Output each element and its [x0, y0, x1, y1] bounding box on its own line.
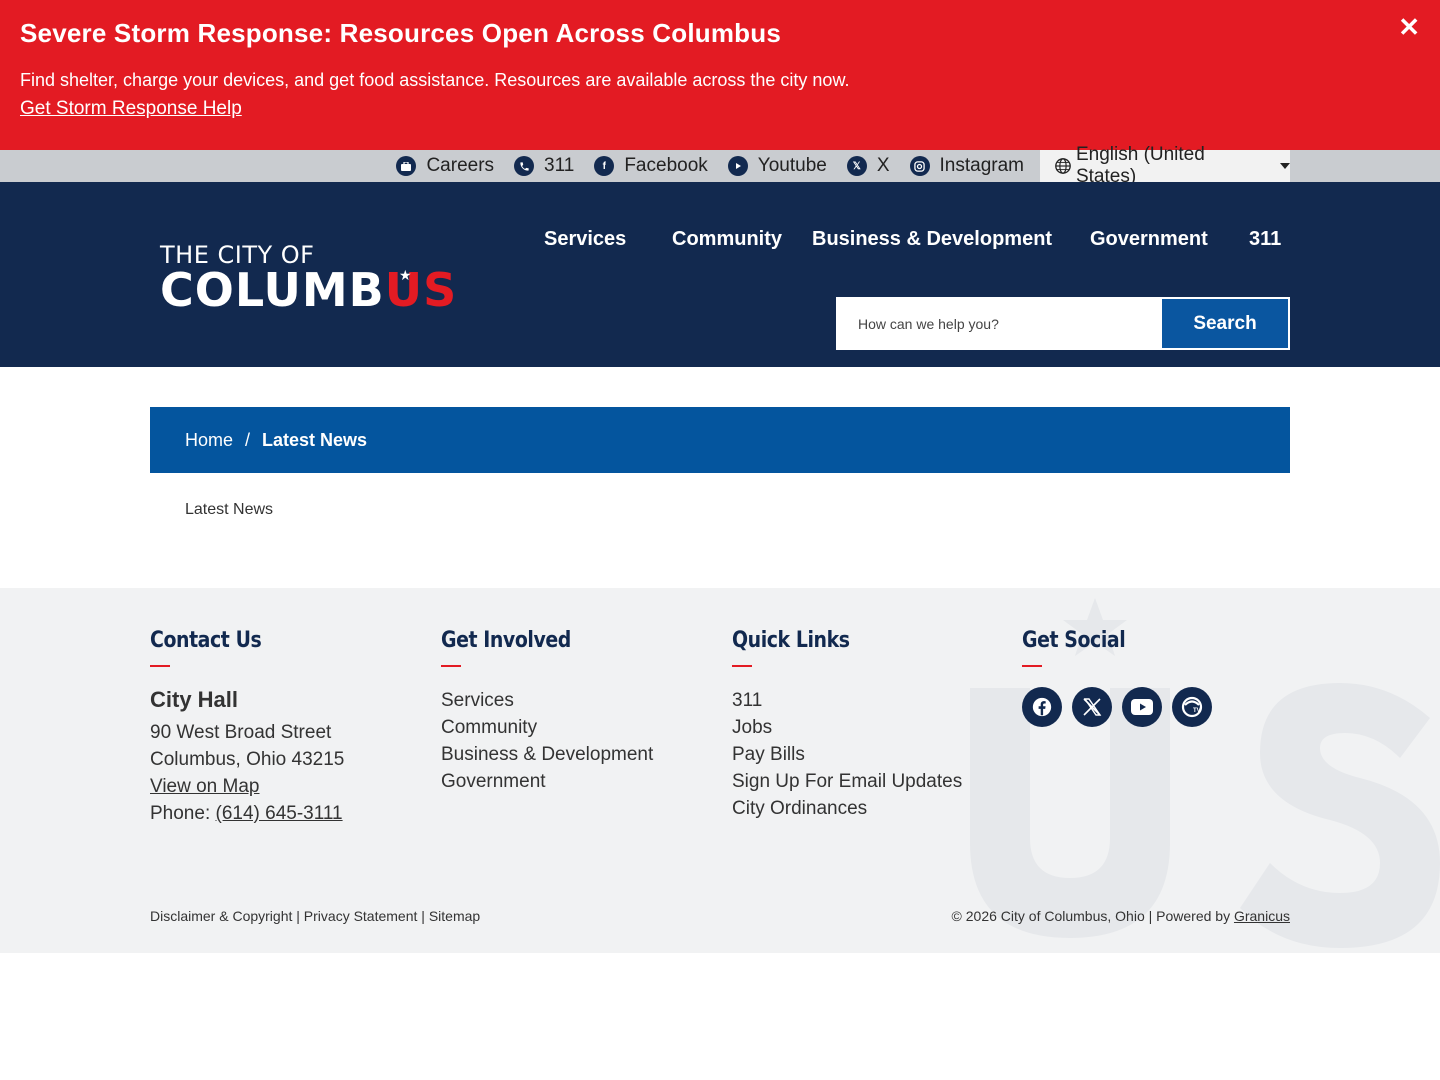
- copyright-text: © 2026 City of Columbus, Ohio | Powered …: [951, 908, 1234, 924]
- footer-link-business-development[interactable]: Business & Development: [441, 741, 653, 768]
- view-map-line: View on Map: [150, 773, 344, 800]
- footer-contact-column: Contact Us City Hall 90 West Broad Stree…: [150, 628, 344, 827]
- language-selector[interactable]: English (United States): [1040, 144, 1290, 187]
- footer-quick-links-title: Quick Links: [732, 628, 850, 653]
- site-header: THE CITY OF COLUMBUS ★ Services Communit…: [0, 182, 1440, 367]
- cctv-icon[interactable]: TV: [1172, 687, 1212, 727]
- utility-link-label: X: [876, 155, 890, 176]
- footer-link-government[interactable]: Government: [441, 768, 653, 795]
- footer-link-jobs[interactable]: Jobs: [732, 714, 962, 741]
- utility-link-label: Instagram: [939, 155, 1024, 176]
- title-underline: [1022, 665, 1042, 667]
- utility-link-facebook[interactable]: f Facebook: [594, 155, 708, 177]
- footer-contact-title: Contact Us: [150, 628, 262, 653]
- phone-label: Phone:: [150, 803, 216, 824]
- logo-main: COLUMB: [160, 263, 385, 317]
- caret-down-icon: [1280, 163, 1290, 169]
- search-button[interactable]: Search: [1162, 299, 1288, 348]
- phone-line: Phone: (614) 645-3111: [150, 800, 344, 827]
- breadcrumb-separator: /: [245, 429, 251, 450]
- alert-help-link[interactable]: Get Storm Response Help: [20, 98, 242, 120]
- footer-quick-links-column: Quick Links 311 Jobs Pay Bills Sign Up F…: [732, 628, 962, 822]
- legal-separator: |: [417, 908, 429, 924]
- phone-link[interactable]: (614) 645-3111: [216, 803, 343, 824]
- storm-alert-banner: Severe Storm Response: Resources Open Ac…: [0, 0, 1440, 150]
- footer-get-involved-title: Get Involved: [441, 628, 571, 653]
- close-icon[interactable]: ✕: [1398, 14, 1420, 40]
- utility-link-label: Youtube: [757, 155, 827, 176]
- utility-link-label: 311: [544, 155, 575, 176]
- nav-business-development[interactable]: Business & Development: [812, 228, 1052, 251]
- footer-legal-links: Disclaimer & Copyright | Privacy Stateme…: [150, 908, 480, 924]
- address-line2: Columbus, Ohio 43215: [150, 749, 345, 770]
- nav-government[interactable]: Government: [1090, 228, 1208, 251]
- alert-title: Severe Storm Response: Resources Open Ac…: [20, 18, 781, 48]
- facebook-icon[interactable]: [1022, 687, 1062, 727]
- footer-link-community[interactable]: Community: [441, 714, 653, 741]
- disclaimer-link[interactable]: Disclaimer & Copyright: [150, 908, 292, 924]
- youtube-icon[interactable]: [1122, 687, 1162, 727]
- footer-link-311[interactable]: 311: [732, 687, 962, 714]
- x-icon[interactable]: [1072, 687, 1112, 727]
- nav-community[interactable]: Community: [672, 228, 782, 251]
- footer-link-email-updates[interactable]: Sign Up For Email Updates: [732, 768, 962, 795]
- footer-get-involved-column: Get Involved Services Community Business…: [441, 628, 653, 795]
- address-line1: 90 West Broad Street: [150, 722, 332, 743]
- title-underline: [441, 665, 461, 667]
- page-title: Latest News: [185, 501, 274, 518]
- breadcrumb-current: Latest News: [262, 429, 368, 450]
- youtube-icon: [727, 156, 748, 176]
- footer-social-column: Get Social TV: [1022, 628, 1212, 727]
- utility-link-instagram[interactable]: Instagram: [909, 155, 1024, 177]
- footer-link-city-ordinances[interactable]: City Ordinances: [732, 795, 962, 822]
- logo-accent: US: [384, 263, 458, 317]
- utility-link-youtube[interactable]: Youtube: [727, 155, 827, 177]
- utility-link-x[interactable]: 𝕏 X: [846, 155, 890, 177]
- city-logo[interactable]: THE CITY OF COLUMBUS ★: [160, 242, 457, 313]
- title-underline: [150, 665, 170, 667]
- sitemap-link[interactable]: Sitemap: [429, 908, 480, 924]
- breadcrumb-home[interactable]: Home: [185, 430, 233, 451]
- breadcrumb: Home / Latest News: [150, 407, 1290, 473]
- privacy-link[interactable]: Privacy Statement: [304, 908, 418, 924]
- site-footer: Contact Us City Hall 90 West Broad Stree…: [0, 588, 1440, 953]
- search-form: Search: [836, 297, 1290, 350]
- utility-link-label: Careers: [426, 155, 495, 176]
- facebook-icon: f: [594, 156, 615, 176]
- title-underline: [732, 665, 752, 667]
- view-on-map-link[interactable]: View on Map: [150, 776, 260, 797]
- utility-link-label: Facebook: [624, 155, 708, 176]
- footer-link-services[interactable]: Services: [441, 687, 653, 714]
- legal-separator: |: [292, 908, 304, 924]
- alert-text: Find shelter, charge your devices, and g…: [20, 70, 850, 90]
- nav-311[interactable]: 311: [1249, 228, 1281, 251]
- utility-link-311[interactable]: 311: [514, 155, 574, 177]
- search-input[interactable]: [838, 299, 1162, 348]
- briefcase-icon: [396, 156, 417, 176]
- instagram-icon: [909, 156, 930, 176]
- granicus-link[interactable]: Granicus: [1234, 908, 1290, 924]
- star-icon: ★: [399, 268, 413, 284]
- utility-links: Careers 311 f Facebook Youtube 𝕏 X Insta…: [376, 150, 1024, 182]
- utility-link-careers[interactable]: Careers: [396, 155, 494, 177]
- city-hall-title: City Hall: [150, 687, 239, 712]
- footer-link-pay-bills[interactable]: Pay Bills: [732, 741, 962, 768]
- x-icon: 𝕏: [846, 156, 867, 176]
- globe-icon: [1055, 158, 1071, 174]
- svg-text:TV: TV: [1193, 708, 1201, 714]
- utility-bar: Careers 311 f Facebook Youtube 𝕏 X Insta…: [0, 144, 1440, 187]
- logo-line2: COLUMBUS ★: [160, 267, 457, 313]
- social-icons: TV: [1022, 687, 1212, 727]
- footer-copyright: © 2026 City of Columbus, Ohio | Powered …: [952, 908, 1290, 924]
- phone-icon: [514, 156, 535, 176]
- footer-social-title: Get Social: [1022, 628, 1126, 653]
- nav-services[interactable]: Services: [544, 228, 626, 251]
